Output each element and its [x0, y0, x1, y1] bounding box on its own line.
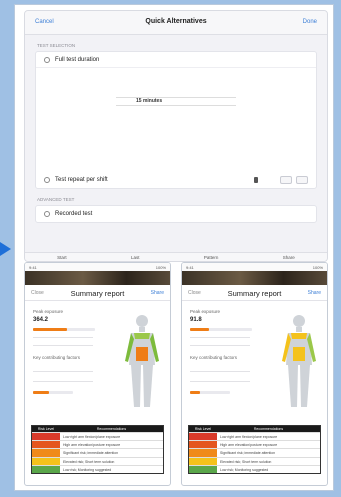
duration-picker[interactable]: 15 minutes — [36, 68, 316, 132]
tab-pattern[interactable]: Pattern — [204, 255, 219, 260]
factors-label: Key contributing factors — [190, 355, 238, 360]
table-header: Risk Level Recommendations — [32, 426, 163, 432]
exposure-bar — [33, 328, 95, 331]
picker-selection-band — [116, 97, 236, 106]
status-time: 9:41 — [186, 265, 194, 270]
report-body: Peak exposure 364.2 Key contributing fac… — [25, 301, 170, 413]
metric-value: 364.2 — [33, 317, 49, 323]
factors-label: Key contributing factors — [33, 355, 81, 360]
table-row: Low right arm flexion/plane exposure — [189, 432, 320, 441]
status-battery: 100% — [312, 265, 323, 270]
shift-stepper[interactable] — [254, 176, 308, 184]
decrement-button[interactable] — [280, 176, 292, 184]
share-button[interactable]: Share — [308, 290, 321, 296]
report-body: Peak exposure 91.8 Key contributing fact… — [182, 301, 327, 413]
table-row: Significant risk; immediate attention — [189, 448, 320, 457]
quick-alternatives-screen: Cancel Quick Alternatives Done Test Sele… — [24, 10, 328, 262]
section-header: Advanced Test — [37, 197, 75, 202]
exposure-bar — [190, 328, 252, 331]
table-row: High arm elevation/posture exposure — [189, 440, 320, 449]
tab-share[interactable]: Share — [283, 255, 295, 260]
tab-toolbar: Start Last Pattern Share — [25, 252, 327, 261]
header-photo — [25, 271, 170, 285]
tab-start[interactable]: Start — [57, 255, 67, 260]
status-time: 9:41 — [29, 265, 37, 270]
picker-item-selected[interactable]: 15 minutes — [136, 98, 162, 104]
option-quick-test[interactable]: Test repeat per shift — [36, 172, 316, 188]
nav-bar: Cancel Quick Alternatives Done — [25, 11, 327, 35]
lock-icon — [254, 177, 258, 183]
done-button[interactable]: Done — [303, 19, 317, 25]
body-heatmap-icon — [282, 315, 316, 407]
table-row: High arm elevation/posture exposure — [32, 440, 163, 449]
body-heatmap-icon — [125, 315, 159, 407]
status-battery: 100% — [155, 265, 166, 270]
table-row: Significant risk; immediate attention — [32, 448, 163, 457]
factor-bar — [33, 391, 73, 394]
status-bar: 9:41 100% — [25, 263, 170, 271]
risk-table: Risk Level Recommendations Low right arm… — [188, 425, 321, 474]
table-row: Elevated risk; Short term solution — [189, 456, 320, 465]
tab-last[interactable]: Last — [131, 255, 140, 260]
table-row: Low right arm flexion/plane exposure — [32, 432, 163, 441]
pointer-arrow-icon — [0, 242, 11, 256]
advanced-test-card: Recorded test — [35, 205, 317, 223]
report-header: Close Summary report Share — [182, 285, 327, 301]
table-header: Risk Level Recommendations — [189, 426, 320, 432]
option-label: Full test duration — [55, 56, 100, 63]
nav-title: Quick Alternatives — [145, 18, 207, 25]
summary-report-left: 9:41 100% Close Summary report Share Pea… — [24, 262, 171, 486]
header-photo — [182, 271, 327, 285]
section-header: Test Selection — [37, 43, 76, 48]
metric-label: Peak exposure — [190, 309, 221, 314]
report-title: Summary report — [227, 289, 282, 298]
table-row: Low risk; Monitoring suggested — [32, 464, 163, 473]
option-recorded-test[interactable]: Recorded test — [36, 206, 316, 222]
increment-button[interactable] — [296, 176, 308, 184]
radio-icon[interactable] — [44, 177, 50, 183]
summary-report-right: 9:41 100% Close Summary report Share Pea… — [181, 262, 328, 486]
factor-bar — [190, 391, 230, 394]
table-row: Low risk; Monitoring suggested — [189, 464, 320, 473]
table-row: Elevated risk; Short term solution — [32, 456, 163, 465]
metric-value: 91.8 — [190, 317, 202, 323]
report-title: Summary report — [70, 289, 125, 298]
test-selection-card: Full test duration 15 minutes Test repea… — [35, 51, 317, 189]
report-header: Close Summary report Share — [25, 285, 170, 301]
metric-label: Peak exposure — [33, 309, 64, 314]
option-label: Recorded test — [55, 211, 93, 217]
risk-table: Risk Level Recommendations Low right arm… — [31, 425, 164, 474]
share-button[interactable]: Share — [151, 290, 164, 296]
option-full-test[interactable]: Full test duration — [36, 52, 316, 68]
option-label: Test repeat per shift — [55, 177, 108, 183]
radio-icon[interactable] — [44, 211, 50, 217]
status-bar: 9:41 100% — [182, 263, 327, 271]
radio-icon[interactable] — [44, 56, 50, 63]
